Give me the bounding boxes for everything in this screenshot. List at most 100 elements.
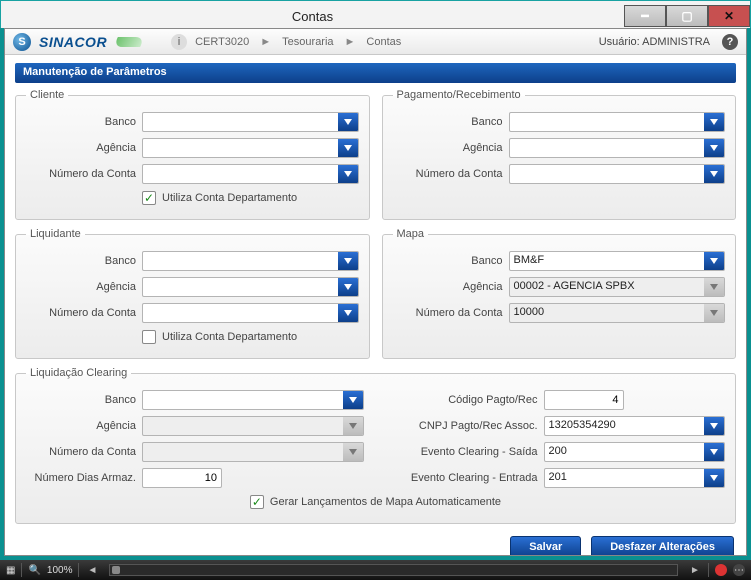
clearing-evento-entrada-value: 201 xyxy=(545,469,705,487)
undo-button[interactable]: Desfazer Alterações xyxy=(591,536,734,555)
cliente-utiliza-depto-label: Utiliza Conta Departamento xyxy=(162,192,297,204)
label-banco: Banco xyxy=(393,255,503,267)
mapa-conta-value: 10000 xyxy=(510,304,705,322)
fieldset-mapa: Mapa Banco BM&F Agência 00002 - AGENCIA … xyxy=(382,228,737,359)
chevron-right-icon: ► xyxy=(345,36,356,48)
chevron-down-icon[interactable] xyxy=(338,278,358,296)
user-label: Usuário: ADMINISTRA xyxy=(599,36,710,48)
liquidante-utiliza-depto-checkbox[interactable] xyxy=(142,330,156,344)
chevron-right-icon: ► xyxy=(260,36,271,48)
window-titlebar: Contas ━ ▢ ✕ xyxy=(0,0,751,28)
clearing-agencia-combo xyxy=(142,416,364,436)
cliente-banco-combo[interactable] xyxy=(142,112,359,132)
status-bar: ▦ 🔍 100% ◄ ► ⋯ xyxy=(0,560,751,580)
chevron-down-icon[interactable] xyxy=(704,113,724,131)
legend-cliente: Cliente xyxy=(26,89,68,101)
clearing-gerar-auto-checkbox[interactable] xyxy=(250,495,264,509)
zoom-icon[interactable]: 🔍 xyxy=(28,565,40,576)
chevron-down-icon[interactable] xyxy=(343,391,363,409)
chevron-down-icon[interactable] xyxy=(338,139,358,157)
brand-swoosh-icon xyxy=(112,37,146,47)
pagamento-conta-combo[interactable] xyxy=(509,164,726,184)
mapa-banco-value: BM&F xyxy=(510,252,705,270)
chevron-down-icon[interactable] xyxy=(704,443,724,461)
chevron-down-icon xyxy=(343,417,363,435)
breadcrumb-item[interactable]: Tesouraria xyxy=(282,36,333,48)
chevron-down-icon[interactable] xyxy=(338,252,358,270)
label-numero-conta: Número da Conta xyxy=(26,168,136,180)
cliente-agencia-combo[interactable] xyxy=(142,138,359,158)
cliente-conta-combo[interactable] xyxy=(142,164,359,184)
grid-icon[interactable]: ▦ xyxy=(6,565,15,576)
clearing-cnpj-combo[interactable]: 13205354290 xyxy=(544,416,726,436)
label-banco: Banco xyxy=(26,394,136,406)
label-banco: Banco xyxy=(26,116,136,128)
clearing-dias-armaz-input[interactable] xyxy=(142,468,222,488)
chevron-down-icon xyxy=(704,278,724,296)
window-title: Contas xyxy=(292,9,333,24)
section-title: Manutenção de Parâmetros xyxy=(23,66,167,78)
mapa-banco-combo[interactable]: BM&F xyxy=(509,251,726,271)
liquidante-utiliza-depto-label: Utiliza Conta Departamento xyxy=(162,331,297,343)
clearing-codigo-pagto-input[interactable] xyxy=(544,390,624,410)
mapa-agencia-combo: 00002 - AGENCIA SPBX xyxy=(509,277,726,297)
label-agencia: Agência xyxy=(26,142,136,154)
legend-liquidante: Liquidante xyxy=(26,228,85,240)
label-evento-entrada: Evento Clearing - Entrada xyxy=(388,472,538,484)
zoom-level: 100% xyxy=(47,565,73,576)
window-minimize-button[interactable]: ━ xyxy=(624,5,666,27)
clearing-banco-combo[interactable] xyxy=(142,390,364,410)
window-close-button[interactable]: ✕ xyxy=(708,5,750,27)
fieldset-clearing: Liquidação Clearing Banco Agência xyxy=(15,367,736,524)
label-evento-saida: Evento Clearing - Saída xyxy=(388,446,538,458)
more-icon[interactable]: ⋯ xyxy=(733,564,745,576)
liquidante-agencia-combo[interactable] xyxy=(142,277,359,297)
brand-name: SINACOR xyxy=(39,34,107,50)
fieldset-pagamento: Pagamento/Recebimento Banco Agência xyxy=(382,89,737,220)
clearing-gerar-auto-label: Gerar Lançamentos de Mapa Automaticament… xyxy=(270,496,501,508)
pagamento-banco-combo[interactable] xyxy=(509,112,726,132)
label-banco: Banco xyxy=(26,255,136,267)
label-numero-conta: Número da Conta xyxy=(26,307,136,319)
liquidante-banco-combo[interactable] xyxy=(142,251,359,271)
clearing-cnpj-value: 13205354290 xyxy=(545,417,705,435)
label-agencia: Agência xyxy=(393,142,503,154)
pagamento-agencia-combo[interactable] xyxy=(509,138,726,158)
label-dias-armaz: Número Dias Armaz. xyxy=(26,472,136,484)
chevron-down-icon[interactable] xyxy=(704,469,724,487)
chevron-down-icon[interactable] xyxy=(338,304,358,322)
label-agencia: Agência xyxy=(26,281,136,293)
chevron-down-icon[interactable] xyxy=(338,165,358,183)
label-agencia: Agência xyxy=(26,420,136,432)
horizontal-scrollbar[interactable] xyxy=(109,564,678,576)
clearing-evento-saida-value: 200 xyxy=(545,443,705,461)
status-indicator-icon[interactable] xyxy=(715,564,727,576)
cliente-utiliza-depto-checkbox[interactable] xyxy=(142,191,156,205)
scroll-left-icon[interactable]: ◄ xyxy=(85,563,99,577)
liquidante-conta-combo[interactable] xyxy=(142,303,359,323)
label-agencia: Agência xyxy=(393,281,503,293)
form-content: Cliente Banco Agência Número xyxy=(5,89,746,555)
mapa-agencia-value: 00002 - AGENCIA SPBX xyxy=(510,278,705,296)
scroll-right-icon[interactable]: ► xyxy=(688,563,702,577)
section-title-bar: Manutenção de Parâmetros xyxy=(15,63,736,83)
help-icon[interactable]: ? xyxy=(722,34,738,50)
breadcrumb-item[interactable]: CERT3020 xyxy=(195,36,249,48)
label-codigo-pagto: Código Pagto/Rec xyxy=(388,394,538,406)
legend-mapa: Mapa xyxy=(393,228,429,240)
fieldset-cliente: Cliente Banco Agência Número xyxy=(15,89,370,220)
window-maximize-button[interactable]: ▢ xyxy=(666,5,708,27)
legend-pagamento: Pagamento/Recebimento xyxy=(393,89,525,101)
chevron-down-icon[interactable] xyxy=(704,139,724,157)
chevron-down-icon xyxy=(704,304,724,322)
chevron-down-icon[interactable] xyxy=(704,417,724,435)
save-button[interactable]: Salvar xyxy=(510,536,581,555)
clearing-evento-saida-combo[interactable]: 200 xyxy=(544,442,726,462)
info-icon[interactable]: i xyxy=(171,34,187,50)
chevron-down-icon[interactable] xyxy=(704,252,724,270)
breadcrumb-item[interactable]: Contas xyxy=(366,36,401,48)
fieldset-liquidante: Liquidante Banco Agência Núme xyxy=(15,228,370,359)
chevron-down-icon[interactable] xyxy=(338,113,358,131)
clearing-evento-entrada-combo[interactable]: 201 xyxy=(544,468,726,488)
chevron-down-icon[interactable] xyxy=(704,165,724,183)
